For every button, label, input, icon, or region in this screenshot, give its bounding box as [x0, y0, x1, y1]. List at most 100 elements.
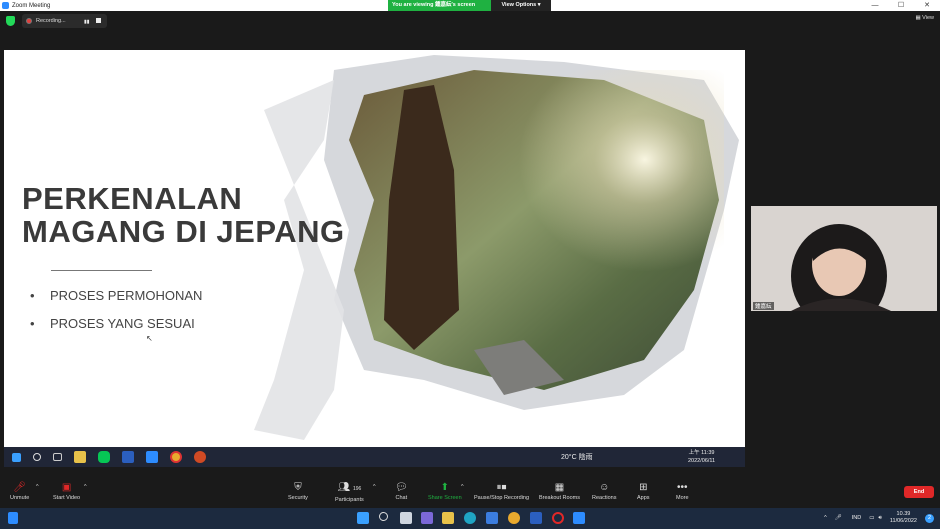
microphone-muted-icon: 🎤︎ — [13, 482, 26, 493]
apps-button[interactable]: ⊞ Apps — [637, 482, 650, 501]
zoom-running-icon[interactable] — [573, 512, 585, 524]
system-clock[interactable]: 10.39 11/06/2022 — [890, 511, 917, 525]
powerpoint-icon — [194, 451, 206, 463]
breakout-rooms-button[interactable]: ▦ Breakout Rooms — [539, 482, 580, 501]
chrome-icon[interactable] — [508, 512, 520, 524]
slide-bullet-list: • PROSES PERMOHONAN • PROSES YANG SESUAI — [30, 282, 202, 338]
shared-date: 2022/06/11 — [688, 458, 716, 464]
teams-chat-icon[interactable] — [421, 512, 433, 524]
more-icon: ••• — [677, 482, 688, 493]
slide-title-line-2: MAGANG DI JEPANG — [22, 214, 345, 249]
breakout-rooms-icon: ▦ — [554, 482, 565, 493]
recording-indicator: Recording... ▮▮ — [22, 14, 107, 28]
share-screen-button[interactable]: ⬆ Share Screen — [428, 482, 462, 501]
start-menu-icon[interactable] — [357, 512, 369, 524]
meeting-controls: 🎤︎ Unmute ^ ▣ Start Video ^ ⛨ Security 👥… — [0, 476, 940, 508]
share-screen-icon: ⬆ — [440, 482, 450, 493]
more-label: More — [676, 495, 689, 501]
view-button[interactable]: ▦ View — [915, 15, 934, 21]
end-meeting-button[interactable]: End — [904, 486, 934, 498]
store-icon[interactable] — [486, 512, 498, 524]
bullet-marker: • — [30, 288, 35, 303]
word-icon — [122, 451, 134, 463]
encryption-shield-icon[interactable] — [6, 16, 15, 26]
zoom-pinned-icon[interactable] — [8, 512, 18, 524]
video-off-icon: ▣ — [61, 482, 72, 493]
edge-icon[interactable] — [464, 512, 476, 524]
recording-dot-icon — [26, 18, 32, 24]
stop-recording-icon[interactable] — [96, 18, 101, 23]
slide-divider — [51, 270, 152, 271]
zoom-app-icon — [2, 2, 9, 9]
breakout-rooms-label: Breakout Rooms — [539, 495, 580, 501]
slide-title: PERKENALAN MAGANG DI JEPANG — [22, 182, 345, 248]
reactions-icon: ☺ — [599, 482, 610, 493]
language-indicator[interactable]: IND — [852, 515, 861, 521]
task-view-icon — [53, 453, 62, 461]
network-icon[interactable]: ▭ — [869, 515, 874, 521]
start-video-label: Start Video — [53, 495, 81, 501]
task-view-icon[interactable] — [400, 512, 412, 524]
shared-taskbar: 20°C 陰雨 上午 11:39 2022/06/11 — [4, 447, 745, 467]
bullet-marker: • — [30, 316, 35, 331]
search-icon — [33, 453, 41, 461]
maximize-button[interactable]: ☐ — [888, 0, 914, 11]
bullet-text: PROSES YANG SESUAI — [50, 316, 195, 331]
slide-title-line-1: PERKENALAN — [22, 181, 243, 216]
word-icon[interactable] — [530, 512, 542, 524]
tray-chevron-icon[interactable]: ^ — [824, 515, 827, 521]
microphone-icon[interactable]: 🎤︎ — [835, 515, 842, 521]
share-options-chevron-icon[interactable]: ^ — [461, 484, 464, 490]
reactions-label: Reactions — [592, 495, 617, 501]
meeting-topbar: Recording... ▮▮ ▦ View — [0, 11, 940, 30]
system-date: 11/06/2022 — [889, 518, 917, 524]
slide-bullet: • PROSES YANG SESUAI — [30, 310, 202, 338]
shared-time: 上午 11:39 — [688, 450, 715, 456]
shared-clock: 上午 11:39 2022/06/11 — [688, 449, 715, 465]
participant-video — [751, 206, 937, 311]
video-options-chevron-icon[interactable]: ^ — [84, 484, 87, 490]
file-explorer-icon — [74, 451, 86, 463]
chat-label: Chat — [395, 495, 408, 501]
audio-options-chevron-icon[interactable]: ^ — [36, 484, 39, 490]
pause-stop-recording-button[interactable]: ⏸⏹ Pause/Stop Recording — [474, 482, 529, 501]
unmute-label: Unmute — [10, 495, 30, 501]
bullet-text: PROSES PERMOHONAN — [50, 288, 203, 303]
start-video-button[interactable]: ▣ Start Video — [53, 482, 80, 501]
apps-icon: ⊞ — [639, 482, 648, 493]
more-button[interactable]: ••• More — [676, 482, 689, 501]
windows-start-icon — [12, 452, 21, 462]
pause-stop-recording-label: Pause/Stop Recording — [474, 495, 530, 501]
share-banner: You are viewing 鍾嘉紜's screen View Option… — [388, 0, 551, 11]
participant-name-label: 鍾嘉紜 — [753, 302, 774, 310]
participants-chevron-icon[interactable]: ^ — [373, 484, 376, 490]
volume-icon[interactable]: 🔊︎ — [878, 515, 881, 522]
minimize-button[interactable]: — — [862, 0, 888, 11]
view-options-button[interactable]: View Options ▾ — [491, 0, 551, 11]
chat-button[interactable]: 💬︎ Chat — [395, 482, 408, 501]
file-explorer-icon[interactable] — [442, 512, 454, 524]
participants-label: Participants — [335, 497, 364, 503]
unmute-button[interactable]: 🎤︎ Unmute — [10, 482, 29, 501]
participants-count: 196 — [352, 486, 362, 492]
viewing-screen-label: You are viewing 鍾嘉紜's screen — [388, 0, 491, 11]
slide-bullet: • PROSES PERMOHONAN — [30, 282, 202, 310]
notification-badge[interactable]: 2 — [925, 513, 934, 523]
window-title: Zoom Meeting — [12, 2, 51, 9]
pause-recording-icon[interactable]: ▮▮ — [84, 19, 90, 25]
chrome-icon — [170, 451, 182, 463]
participants-button[interactable]: 👥︎ 196 Participants — [335, 482, 364, 503]
close-button[interactable]: ✕ — [914, 0, 940, 11]
security-label: Security — [288, 495, 308, 501]
security-button[interactable]: ⛨ Security — [288, 482, 308, 501]
participants-icon: 👥︎ 196 — [337, 482, 362, 493]
system-time: 10.39 — [896, 511, 911, 517]
shared-screen: PERKENALAN MAGANG DI JEPANG • PROSES PERM… — [4, 50, 745, 447]
opera-icon[interactable] — [552, 512, 564, 524]
search-icon[interactable] — [379, 512, 388, 521]
reactions-button[interactable]: ☺ Reactions — [592, 482, 616, 501]
participant-video-tile[interactable]: 鍾嘉紜 — [751, 206, 937, 311]
view-label: View — [922, 15, 934, 21]
line-app-icon — [98, 451, 110, 463]
share-screen-label: Share Screen — [428, 495, 462, 501]
